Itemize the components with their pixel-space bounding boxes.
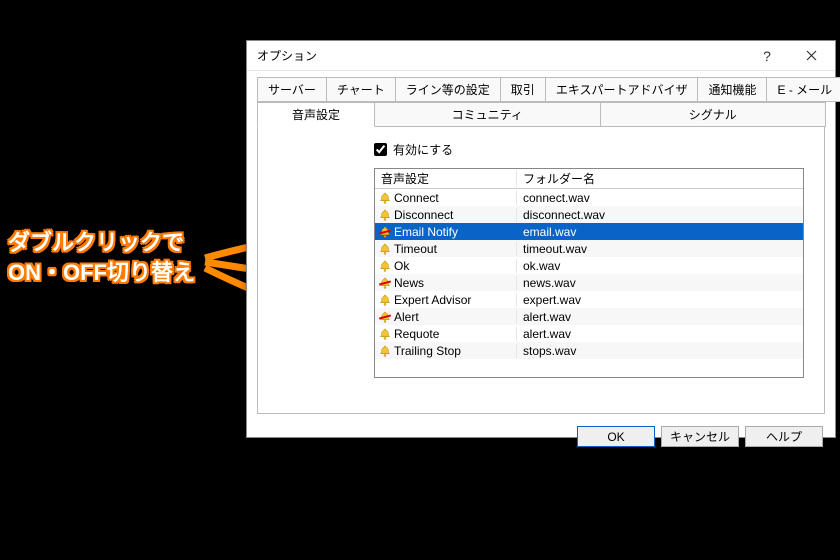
bell-icon (379, 311, 391, 323)
row-file: news.wav (523, 276, 576, 290)
annotation-label: ダブルクリックで ON・OFF切り替え (8, 228, 195, 287)
bell-icon (379, 192, 391, 204)
titlebar[interactable]: オプション ? (247, 41, 835, 71)
tabs-row-1: サーバー チャート ライン等の設定 取引 エキスパートアドバイザ 通知機能 E … (257, 77, 825, 102)
row-name: Expert Advisor (394, 293, 471, 307)
row-file-cell: expert.wav (517, 293, 803, 307)
table-row[interactable]: News news.wav (375, 274, 803, 291)
row-name-cell: Expert Advisor (375, 293, 517, 307)
tab-sounds[interactable]: 音声設定 (257, 102, 375, 127)
row-file-cell: connect.wav (517, 191, 803, 205)
tab-email[interactable]: E - メール (766, 77, 840, 102)
tab-signals[interactable]: シグナル (600, 102, 827, 127)
row-name: Disconnect (394, 208, 453, 222)
close-icon (806, 48, 817, 64)
bell-icon (379, 209, 391, 221)
bell-icon (379, 277, 391, 289)
bell-icon (379, 226, 391, 238)
row-file: disconnect.wav (523, 208, 605, 222)
row-file-cell: alert.wav (517, 327, 803, 341)
row-file: email.wav (523, 225, 576, 239)
row-name: News (394, 276, 424, 290)
bell-icon (379, 294, 391, 306)
row-file-cell: email.wav (517, 225, 803, 239)
sounds-table: 音声設定 フォルダー名 Connectconnect.wavDisconnect… (374, 168, 804, 378)
row-name-cell: Email Notify (375, 225, 517, 239)
row-name-cell: Trailing Stop (375, 344, 517, 358)
close-button[interactable] (789, 42, 833, 70)
help-button[interactable]: ? (745, 42, 789, 70)
table-row[interactable]: Ok ok.wav (375, 257, 803, 274)
row-file-cell: news.wav (517, 276, 803, 290)
row-file-cell: timeout.wav (517, 242, 803, 256)
bell-icon (379, 260, 391, 272)
tab-trade[interactable]: 取引 (500, 77, 546, 102)
annotation-line2: ON・OFF切り替え (8, 260, 195, 285)
enable-label: 有効にする (393, 141, 453, 158)
row-name-cell: Disconnect (375, 208, 517, 222)
row-name-cell: Requote (375, 327, 517, 341)
tab-panel-sounds: 有効にする 音声設定 フォルダー名 Connectconnect.wavDisc… (257, 126, 825, 414)
button-bar: OK キャンセル ヘルプ (247, 426, 823, 447)
table-row[interactable]: Email Notify email.wav (375, 223, 803, 240)
table-header: 音声設定 フォルダー名 (375, 169, 803, 189)
col-header-name[interactable]: 音声設定 (375, 170, 517, 187)
row-name: Alert (394, 310, 419, 324)
table-body: Connect connect.wav Disconnect disconnect.w… (375, 189, 803, 359)
table-row[interactable]: Disconnect disconnect.wav (375, 206, 803, 223)
bell-icon (379, 243, 391, 255)
row-name: Timeout (394, 242, 437, 256)
tab-experts[interactable]: エキスパートアドバイザ (545, 77, 699, 102)
bell-icon (379, 328, 391, 340)
annotation-line1: ダブルクリックで (8, 230, 184, 255)
enable-checkbox[interactable] (374, 143, 387, 156)
row-file: ok.wav (523, 259, 560, 273)
row-file-cell: ok.wav (517, 259, 803, 273)
tab-notify[interactable]: 通知機能 (697, 77, 767, 102)
row-name: Trailing Stop (394, 344, 461, 358)
row-file: alert.wav (523, 327, 571, 341)
row-name-cell: Connect (375, 191, 517, 205)
tab-community[interactable]: コミュニティ (374, 102, 601, 127)
row-file-cell: disconnect.wav (517, 208, 803, 222)
row-file: connect.wav (523, 191, 590, 205)
dialog-title: オプション (257, 47, 745, 64)
row-file: expert.wav (523, 293, 581, 307)
row-name-cell: Ok (375, 259, 517, 273)
enable-row: 有効にする (374, 141, 798, 158)
row-name-cell: Timeout (375, 242, 517, 256)
row-file: timeout.wav (523, 242, 587, 256)
row-file: alert.wav (523, 310, 571, 324)
table-row[interactable]: Timeout timeout.wav (375, 240, 803, 257)
row-file-cell: alert.wav (517, 310, 803, 324)
tabs-row-2: 音声設定 コミュニティ シグナル (257, 102, 825, 127)
table-row[interactable]: Expert Advisor expert.wav (375, 291, 803, 308)
tab-server[interactable]: サーバー (257, 77, 327, 102)
options-dialog: オプション ? サーバー チャート ライン等の設定 取引 エキスパートアドバイザ… (246, 40, 836, 438)
row-file-cell: stops.wav (517, 344, 803, 358)
table-row[interactable]: Connect connect.wav (375, 189, 803, 206)
col-header-folder[interactable]: フォルダー名 (517, 170, 803, 187)
ok-button[interactable]: OK (577, 426, 655, 447)
row-file: stops.wav (523, 344, 576, 358)
table-row[interactable]: Requote alert.wav (375, 325, 803, 342)
row-name-cell: News (375, 276, 517, 290)
row-name: Ok (394, 259, 409, 273)
help-icon: ? (763, 48, 771, 64)
tab-lines[interactable]: ライン等の設定 (395, 77, 501, 102)
row-name: Requote (394, 327, 439, 341)
tab-chart[interactable]: チャート (326, 77, 396, 102)
row-name-cell: Alert (375, 310, 517, 324)
table-row[interactable]: Alert alert.wav (375, 308, 803, 325)
table-row[interactable]: Trailing Stop stops.wav (375, 342, 803, 359)
bell-icon (379, 345, 391, 357)
help-button[interactable]: ヘルプ (745, 426, 823, 447)
row-name: Connect (394, 191, 439, 205)
row-name: Email Notify (394, 225, 458, 239)
cancel-button[interactable]: キャンセル (661, 426, 739, 447)
